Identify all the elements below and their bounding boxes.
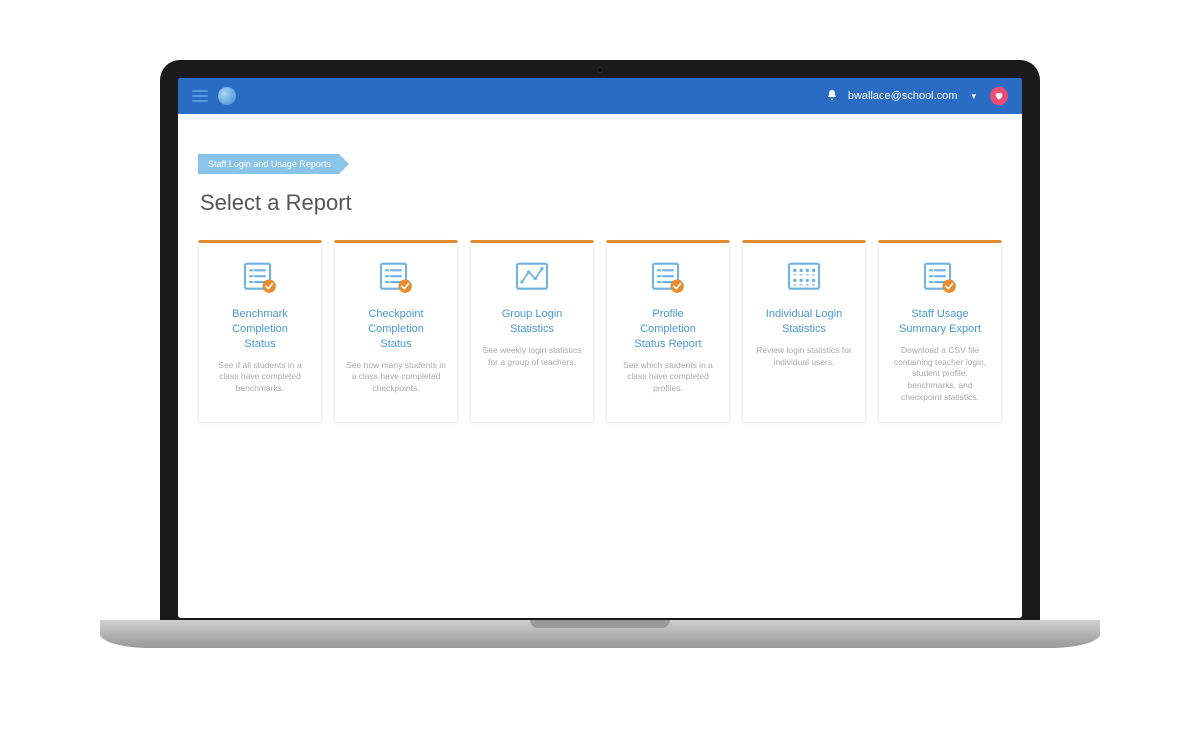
report-card-title: Checkpoint Completion Status bbox=[368, 307, 424, 352]
app-logo[interactable] bbox=[218, 87, 236, 105]
menu-icon[interactable] bbox=[192, 90, 208, 102]
page-content: Staff Login and Usage Reports Select a R… bbox=[178, 114, 1022, 618]
report-card-desc: See which students in a class have compl… bbox=[617, 360, 719, 396]
line-chart-icon bbox=[512, 257, 552, 297]
report-card-title: Individual Login Statistics bbox=[766, 307, 842, 337]
list-check-icon bbox=[920, 257, 960, 297]
report-card[interactable]: Group Login Statistics See weekly login s… bbox=[470, 240, 594, 423]
heart-icon[interactable] bbox=[990, 87, 1008, 105]
list-check-icon bbox=[376, 257, 416, 297]
laptop-mockup: bwallace@school.com ▾ Staff Login and Us… bbox=[160, 60, 1040, 670]
report-card[interactable]: Profile Completion Status Report See whic… bbox=[606, 240, 730, 423]
report-cards-grid: Benchmark Completion Status See if all st… bbox=[198, 240, 1002, 423]
breadcrumb[interactable]: Staff Login and Usage Reports bbox=[198, 154, 349, 174]
camera-dot bbox=[597, 67, 603, 73]
page-title: Select a Report bbox=[200, 190, 1002, 216]
report-card[interactable]: Individual Login Statistics Review login … bbox=[742, 240, 866, 423]
report-card-desc: See if all students in a class have comp… bbox=[209, 360, 311, 396]
report-card[interactable]: Benchmark Completion Status See if all st… bbox=[198, 240, 322, 423]
report-card-title: Staff Usage Summary Export bbox=[899, 307, 981, 337]
user-email[interactable]: bwallace@school.com bbox=[848, 90, 958, 102]
report-card-desc: Download a CSV file containing teacher l… bbox=[889, 345, 991, 404]
screen: bwallace@school.com ▾ Staff Login and Us… bbox=[178, 78, 1022, 618]
report-card-title: Benchmark Completion Status bbox=[232, 307, 288, 352]
bell-icon[interactable] bbox=[826, 89, 838, 104]
list-check-icon bbox=[648, 257, 688, 297]
list-check-icon bbox=[240, 257, 280, 297]
report-card-title: Group Login Statistics bbox=[502, 307, 563, 337]
chevron-down-icon[interactable]: ▾ bbox=[971, 91, 976, 102]
report-card[interactable]: Checkpoint Completion Status See how many… bbox=[334, 240, 458, 423]
people-grid-icon bbox=[784, 257, 824, 297]
report-card-desc: Review login statistics for individual u… bbox=[753, 345, 855, 369]
report-card-desc: See how many students in a class have co… bbox=[345, 360, 447, 396]
top-nav: bwallace@school.com ▾ bbox=[178, 78, 1022, 114]
report-card-title: Profile Completion Status Report bbox=[634, 307, 701, 352]
report-card-desc: See weekly login statistics for a group … bbox=[481, 345, 583, 369]
laptop-bezel: bwallace@school.com ▾ Staff Login and Us… bbox=[160, 60, 1040, 620]
laptop-base bbox=[100, 620, 1100, 648]
report-card[interactable]: Staff Usage Summary Export Download a CSV… bbox=[878, 240, 1002, 423]
